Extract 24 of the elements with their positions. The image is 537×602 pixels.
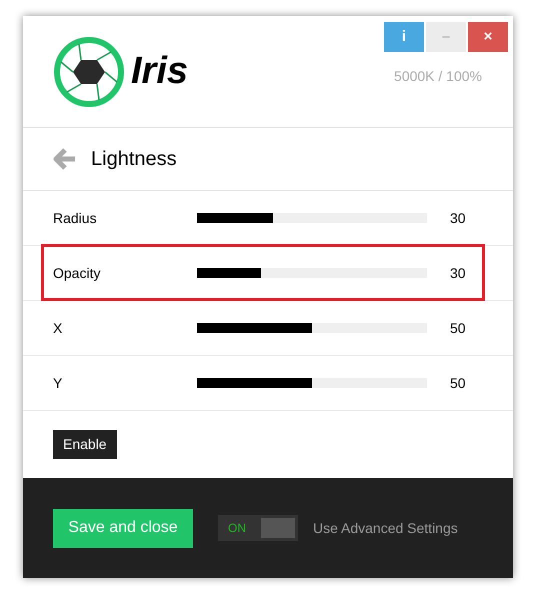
slider-value: 50 xyxy=(450,374,466,392)
save-and-close-button[interactable]: Save and close xyxy=(53,508,193,548)
slider-value: 50 xyxy=(450,318,466,338)
slider-track[interactable] xyxy=(197,268,427,278)
enable-button[interactable]: Enable xyxy=(53,430,117,459)
aperture-logo-icon xyxy=(53,36,125,108)
slider-track[interactable] xyxy=(197,213,427,223)
info-button[interactable]: i xyxy=(384,22,424,52)
toggle-caption: Use Advanced Settings xyxy=(313,518,458,538)
toggle-switch[interactable]: ON xyxy=(218,515,298,541)
slider-value: 30 xyxy=(450,208,466,228)
toggle-label: ON xyxy=(228,520,246,537)
slider-value: 30 xyxy=(450,264,466,282)
toggle-knob xyxy=(261,518,295,538)
slider-label: Opacity xyxy=(52,264,102,283)
page-title: Lightness xyxy=(91,147,177,172)
slider-label: Y xyxy=(52,374,64,392)
slider-label: X xyxy=(52,318,64,338)
close-button[interactable]: × xyxy=(468,22,508,52)
status-text: 5000K / 100% xyxy=(394,67,482,86)
slider-label: Radius xyxy=(52,208,98,228)
logo-text: Iris xyxy=(131,49,188,94)
slider-track[interactable] xyxy=(197,378,427,388)
slider-track[interactable] xyxy=(197,323,427,333)
